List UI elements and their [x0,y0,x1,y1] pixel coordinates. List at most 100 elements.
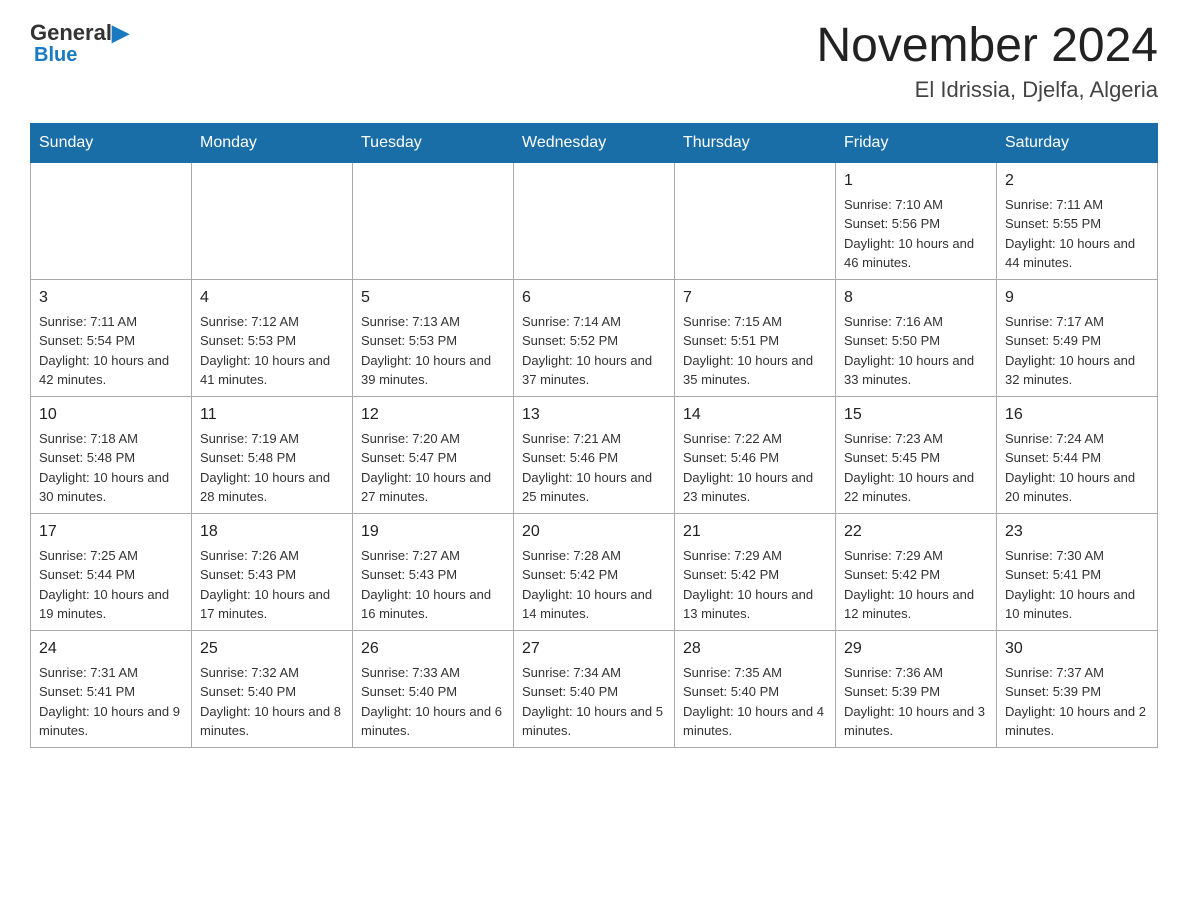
day-header-row: SundayMondayTuesdayWednesdayThursdayFrid… [31,123,1158,162]
calendar-cell: 15Sunrise: 7:23 AMSunset: 5:45 PMDayligh… [836,396,997,513]
calendar-cell: 13Sunrise: 7:21 AMSunset: 5:46 PMDayligh… [514,396,675,513]
calendar-cell: 30Sunrise: 7:37 AMSunset: 5:39 PMDayligh… [997,630,1158,747]
day-number: 1 [844,169,988,193]
day-number: 27 [522,637,666,661]
calendar-cell [675,162,836,279]
day-number: 13 [522,403,666,427]
day-number: 21 [683,520,827,544]
calendar-cell: 2Sunrise: 7:11 AMSunset: 5:55 PMDaylight… [997,162,1158,279]
calendar-cell: 24Sunrise: 7:31 AMSunset: 5:41 PMDayligh… [31,630,192,747]
week-row-4: 24Sunrise: 7:31 AMSunset: 5:41 PMDayligh… [31,630,1158,747]
calendar-cell: 11Sunrise: 7:19 AMSunset: 5:48 PMDayligh… [192,396,353,513]
calendar-cell: 14Sunrise: 7:22 AMSunset: 5:46 PMDayligh… [675,396,836,513]
calendar-cell: 9Sunrise: 7:17 AMSunset: 5:49 PMDaylight… [997,279,1158,396]
calendar-cell: 12Sunrise: 7:20 AMSunset: 5:47 PMDayligh… [353,396,514,513]
day-number: 17 [39,520,183,544]
calendar-cell: 25Sunrise: 7:32 AMSunset: 5:40 PMDayligh… [192,630,353,747]
week-row-2: 10Sunrise: 7:18 AMSunset: 5:48 PMDayligh… [31,396,1158,513]
day-info: Sunrise: 7:21 AMSunset: 5:46 PMDaylight:… [522,429,666,507]
calendar-cell: 17Sunrise: 7:25 AMSunset: 5:44 PMDayligh… [31,513,192,630]
day-number: 2 [1005,169,1149,193]
day-info: Sunrise: 7:29 AMSunset: 5:42 PMDaylight:… [844,546,988,624]
calendar-cell [514,162,675,279]
calendar-cell: 3Sunrise: 7:11 AMSunset: 5:54 PMDaylight… [31,279,192,396]
day-header-thursday: Thursday [675,123,836,162]
calendar-cell: 5Sunrise: 7:13 AMSunset: 5:53 PMDaylight… [353,279,514,396]
calendar-cell: 26Sunrise: 7:33 AMSunset: 5:40 PMDayligh… [353,630,514,747]
calendar-subtitle: El Idrissia, Djelfa, Algeria [816,77,1158,103]
day-number: 24 [39,637,183,661]
day-info: Sunrise: 7:30 AMSunset: 5:41 PMDaylight:… [1005,546,1149,624]
day-info: Sunrise: 7:26 AMSunset: 5:43 PMDaylight:… [200,546,344,624]
day-info: Sunrise: 7:14 AMSunset: 5:52 PMDaylight:… [522,312,666,390]
day-number: 29 [844,637,988,661]
day-info: Sunrise: 7:15 AMSunset: 5:51 PMDaylight:… [683,312,827,390]
day-info: Sunrise: 7:16 AMSunset: 5:50 PMDaylight:… [844,312,988,390]
day-info: Sunrise: 7:37 AMSunset: 5:39 PMDaylight:… [1005,663,1149,741]
day-number: 25 [200,637,344,661]
day-number: 3 [39,286,183,310]
day-header-monday: Monday [192,123,353,162]
day-header-sunday: Sunday [31,123,192,162]
calendar-cell: 7Sunrise: 7:15 AMSunset: 5:51 PMDaylight… [675,279,836,396]
calendar-cell: 28Sunrise: 7:35 AMSunset: 5:40 PMDayligh… [675,630,836,747]
calendar-cell: 21Sunrise: 7:29 AMSunset: 5:42 PMDayligh… [675,513,836,630]
title-block: November 2024 El Idrissia, Djelfa, Alger… [816,20,1158,103]
day-number: 19 [361,520,505,544]
day-number: 5 [361,286,505,310]
day-info: Sunrise: 7:33 AMSunset: 5:40 PMDaylight:… [361,663,505,741]
day-info: Sunrise: 7:11 AMSunset: 5:54 PMDaylight:… [39,312,183,390]
day-header-friday: Friday [836,123,997,162]
calendar-cell: 23Sunrise: 7:30 AMSunset: 5:41 PMDayligh… [997,513,1158,630]
day-number: 14 [683,403,827,427]
day-number: 15 [844,403,988,427]
logo-general: General [30,20,112,46]
calendar-cell [31,162,192,279]
calendar-cell: 10Sunrise: 7:18 AMSunset: 5:48 PMDayligh… [31,396,192,513]
week-row-1: 3Sunrise: 7:11 AMSunset: 5:54 PMDaylight… [31,279,1158,396]
calendar-cell: 22Sunrise: 7:29 AMSunset: 5:42 PMDayligh… [836,513,997,630]
day-number: 6 [522,286,666,310]
day-info: Sunrise: 7:31 AMSunset: 5:41 PMDaylight:… [39,663,183,741]
day-info: Sunrise: 7:35 AMSunset: 5:40 PMDaylight:… [683,663,827,741]
calendar-title: November 2024 [816,20,1158,73]
page-header: General ▶ Blue November 2024 El Idrissia… [30,20,1158,103]
day-info: Sunrise: 7:25 AMSunset: 5:44 PMDaylight:… [39,546,183,624]
day-info: Sunrise: 7:11 AMSunset: 5:55 PMDaylight:… [1005,195,1149,273]
day-info: Sunrise: 7:12 AMSunset: 5:53 PMDaylight:… [200,312,344,390]
week-row-3: 17Sunrise: 7:25 AMSunset: 5:44 PMDayligh… [31,513,1158,630]
day-info: Sunrise: 7:19 AMSunset: 5:48 PMDaylight:… [200,429,344,507]
day-info: Sunrise: 7:18 AMSunset: 5:48 PMDaylight:… [39,429,183,507]
day-number: 16 [1005,403,1149,427]
calendar-cell: 19Sunrise: 7:27 AMSunset: 5:43 PMDayligh… [353,513,514,630]
day-number: 10 [39,403,183,427]
calendar-header: SundayMondayTuesdayWednesdayThursdayFrid… [31,123,1158,162]
day-info: Sunrise: 7:17 AMSunset: 5:49 PMDaylight:… [1005,312,1149,390]
day-info: Sunrise: 7:24 AMSunset: 5:44 PMDaylight:… [1005,429,1149,507]
calendar-cell: 16Sunrise: 7:24 AMSunset: 5:44 PMDayligh… [997,396,1158,513]
day-info: Sunrise: 7:29 AMSunset: 5:42 PMDaylight:… [683,546,827,624]
day-number: 9 [1005,286,1149,310]
day-header-saturday: Saturday [997,123,1158,162]
day-info: Sunrise: 7:36 AMSunset: 5:39 PMDaylight:… [844,663,988,741]
day-info: Sunrise: 7:22 AMSunset: 5:46 PMDaylight:… [683,429,827,507]
calendar-cell [192,162,353,279]
day-info: Sunrise: 7:34 AMSunset: 5:40 PMDaylight:… [522,663,666,741]
calendar-cell: 29Sunrise: 7:36 AMSunset: 5:39 PMDayligh… [836,630,997,747]
day-number: 18 [200,520,344,544]
day-info: Sunrise: 7:20 AMSunset: 5:47 PMDaylight:… [361,429,505,507]
calendar-body: 1Sunrise: 7:10 AMSunset: 5:56 PMDaylight… [31,162,1158,747]
day-number: 12 [361,403,505,427]
week-row-0: 1Sunrise: 7:10 AMSunset: 5:56 PMDaylight… [31,162,1158,279]
day-number: 11 [200,403,344,427]
calendar-cell: 8Sunrise: 7:16 AMSunset: 5:50 PMDaylight… [836,279,997,396]
day-number: 23 [1005,520,1149,544]
day-header-tuesday: Tuesday [353,123,514,162]
day-number: 22 [844,520,988,544]
calendar-cell: 27Sunrise: 7:34 AMSunset: 5:40 PMDayligh… [514,630,675,747]
day-number: 8 [844,286,988,310]
day-info: Sunrise: 7:23 AMSunset: 5:45 PMDaylight:… [844,429,988,507]
logo: General ▶ Blue [30,20,129,67]
day-info: Sunrise: 7:32 AMSunset: 5:40 PMDaylight:… [200,663,344,741]
day-number: 30 [1005,637,1149,661]
